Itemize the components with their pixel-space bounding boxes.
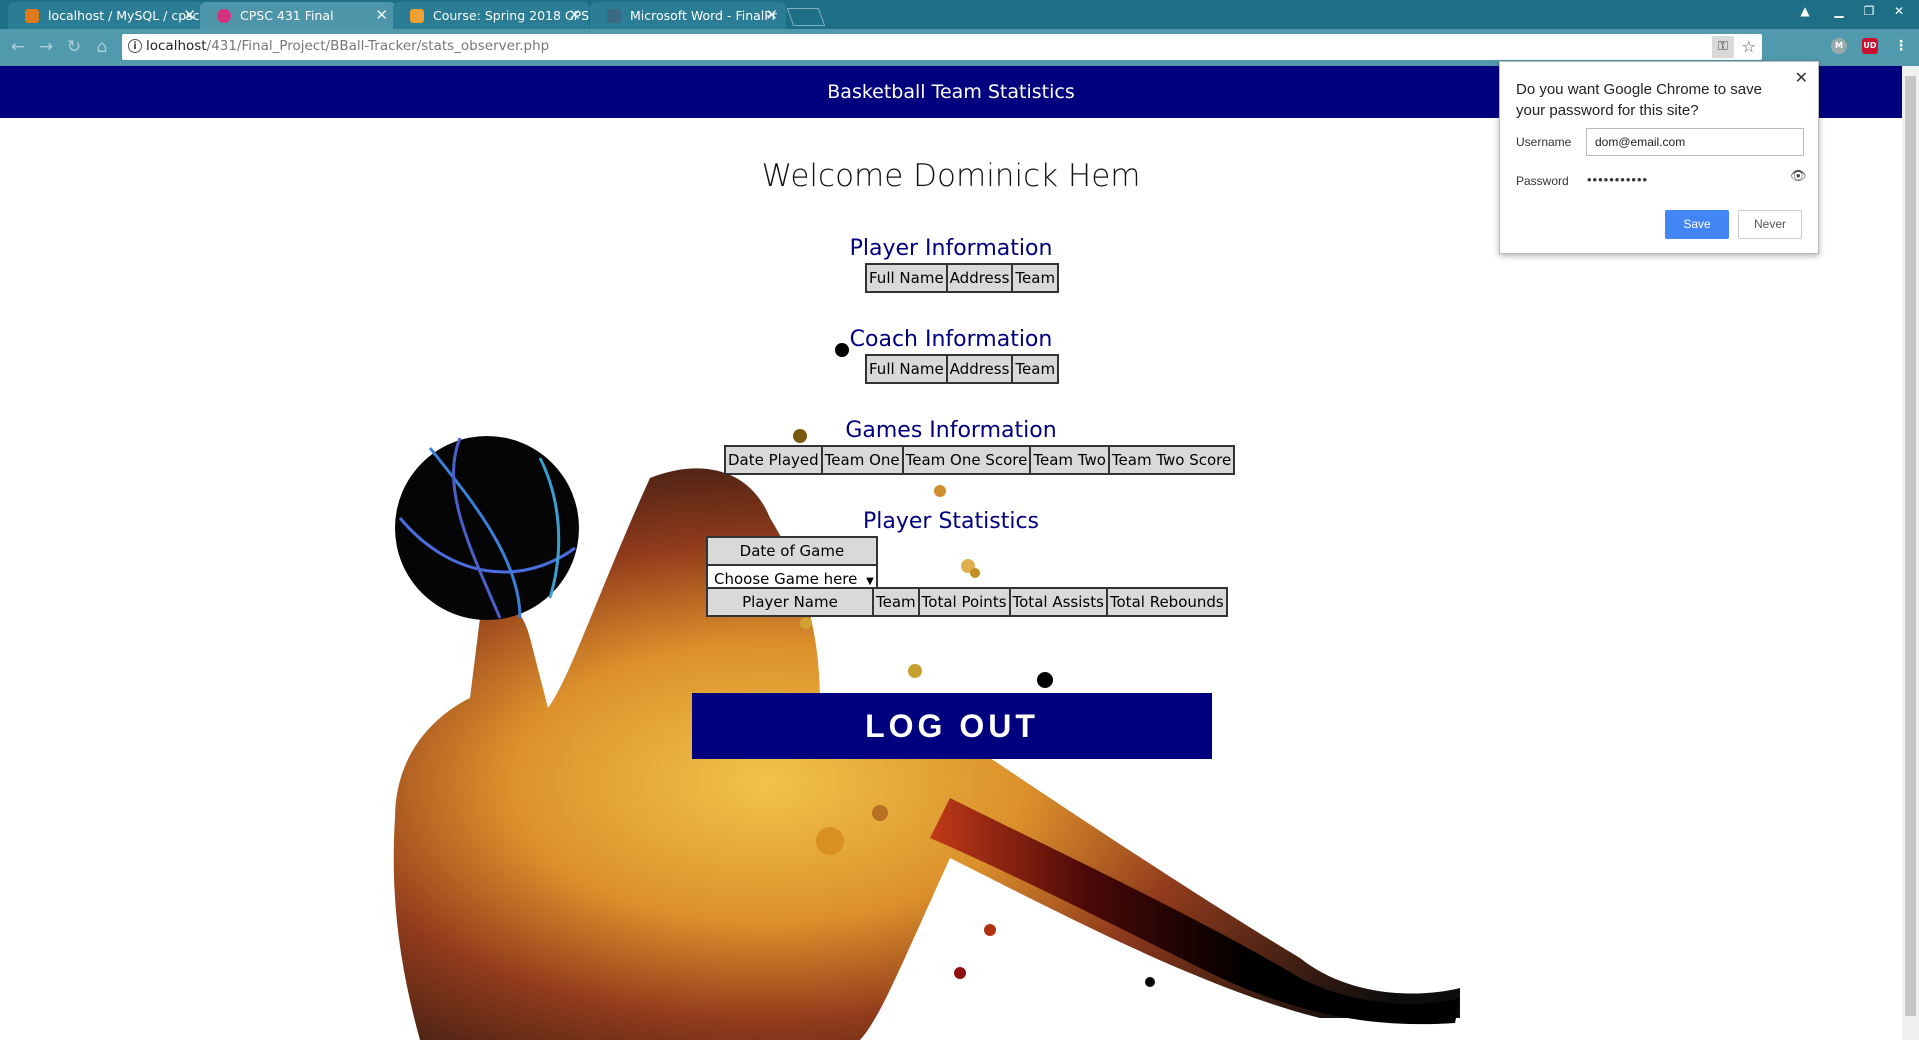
games-info-table: Date Played Team One Team One Score Team…: [724, 445, 1236, 475]
username-field[interactable]: dom@email.com: [1586, 128, 1804, 156]
home-icon[interactable]: ⌂: [92, 37, 112, 57]
menu-icon[interactable]: ⋮: [1893, 38, 1909, 54]
tab-title: Microsoft Word - FinalPr: [630, 8, 777, 23]
password-label: Password: [1516, 174, 1569, 188]
page-icon: [217, 9, 231, 23]
table-header-row: Full Name Address Team: [865, 354, 1060, 384]
player-stats-title: Player Statistics: [862, 509, 1040, 534]
column-header: Team Two Score: [1107, 445, 1236, 475]
restore-icon[interactable]: ❐: [1857, 2, 1881, 20]
header-title: Basketball Team Statistics: [827, 81, 1075, 103]
save-password-dialog: Do you want Google Chrome to save your p…: [1499, 61, 1819, 254]
column-header: Team: [1011, 263, 1060, 293]
column-header: Team: [872, 587, 920, 617]
back-icon[interactable]: ←: [8, 37, 28, 57]
table-header-row: Date Played Team One Team One Score Team…: [724, 445, 1236, 475]
scrollbar-thumb[interactable]: [1905, 76, 1916, 1016]
tab-title: CPSC 431 Final: [240, 8, 334, 23]
coach-info-title: Coach Information: [849, 327, 1053, 352]
username-label: Username: [1516, 135, 1572, 149]
moodle-icon: [410, 9, 424, 23]
chevron-down-icon: ▼: [866, 576, 874, 587]
player-info-table: Full Name Address Team: [865, 263, 1060, 293]
info-icon[interactable]: i: [128, 39, 142, 53]
game-select-value: Choose Game here: [714, 570, 858, 588]
column-header: Team One: [820, 445, 904, 475]
column-header: Total Points: [917, 587, 1011, 617]
tab-phpmyadmin[interactable]: localhost / MySQL / cpsc ✕: [8, 2, 204, 29]
extension-icon[interactable]: M: [1831, 38, 1847, 54]
close-icon[interactable]: ✕: [375, 2, 388, 29]
tab-title: localhost / MySQL / cpsc: [48, 8, 200, 23]
player-stats-table: Player Name Team Total Points Total Assi…: [706, 587, 1228, 617]
never-button[interactable]: Never: [1738, 210, 1802, 239]
close-icon[interactable]: ✕: [765, 2, 778, 29]
scrollbar[interactable]: [1902, 66, 1919, 1040]
profile-icon[interactable]: ▲: [1793, 2, 1817, 20]
tab-title: Course: Spring 2018 CPSC: [433, 8, 589, 23]
column-header: Full Name: [865, 354, 948, 384]
column-header: Total Rebounds: [1105, 587, 1228, 617]
column-header: Player Name: [706, 587, 874, 617]
password-field[interactable]: •••••••••••: [1587, 172, 1648, 187]
column-header: Date Played: [724, 445, 823, 475]
phpmyadmin-icon: [25, 9, 39, 23]
coach-info-table: Full Name Address Team: [865, 354, 1060, 384]
address-bar[interactable]: i localhost/431/Final_Project/BBall-Trac…: [122, 34, 1762, 60]
table-header-row: Full Name Address Team: [865, 263, 1060, 293]
games-info-title: Games Information: [845, 418, 1057, 443]
tab-course[interactable]: Course: Spring 2018 CPSC ✕: [393, 2, 589, 29]
url-path: /431/Final_Project/BBall-Tracker/stats_o…: [206, 38, 550, 54]
eye-icon[interactable]: 👁: [1790, 168, 1807, 184]
close-icon[interactable]: ✕: [183, 2, 196, 29]
dialog-question: Do you want Google Chrome to save your p…: [1516, 81, 1762, 119]
table-header-row: Player Name Team Total Points Total Assi…: [706, 587, 1228, 617]
column-header: Team Two: [1029, 445, 1110, 475]
close-icon[interactable]: ✕: [568, 2, 581, 29]
column-header: Address: [945, 354, 1014, 384]
close-window-icon[interactable]: ✕: [1887, 2, 1911, 20]
ublock-icon[interactable]: UD: [1862, 38, 1878, 54]
tab-strip: localhost / MySQL / cpsc ✕ CPSC 431 Fina…: [0, 0, 1919, 29]
key-icon[interactable]: ⚿: [1712, 36, 1734, 58]
forward-icon[interactable]: →: [36, 37, 56, 57]
logout-button[interactable]: LOG OUT: [692, 693, 1212, 759]
column-header: Total Assists: [1008, 587, 1108, 617]
new-tab-button[interactable]: [786, 8, 826, 26]
url-text[interactable]: localhost/431/Final_Project/BBall-Tracke…: [146, 38, 549, 54]
column-header: Team One Score: [901, 445, 1032, 475]
tab-word-doc[interactable]: Microsoft Word - FinalPr ✕: [590, 2, 786, 29]
save-button[interactable]: Save: [1665, 210, 1729, 239]
document-icon: [607, 9, 621, 23]
column-header: Team: [1011, 354, 1060, 384]
tab-cpsc-final[interactable]: CPSC 431 Final ✕: [200, 2, 396, 29]
minimize-icon[interactable]: ▁: [1827, 2, 1851, 20]
reload-icon[interactable]: ↻: [64, 37, 84, 57]
table-header-row: Date of Game: [706, 536, 878, 566]
column-header: Date of Game: [706, 536, 878, 566]
close-icon[interactable]: ✕: [1795, 68, 1808, 88]
date-of-game-table: Date of Game Choose Game here ▼: [706, 536, 878, 594]
column-header: Full Name: [865, 263, 948, 293]
url-host: localhost: [146, 38, 207, 54]
column-header: Address: [945, 263, 1014, 293]
star-icon[interactable]: ☆: [1742, 36, 1756, 58]
